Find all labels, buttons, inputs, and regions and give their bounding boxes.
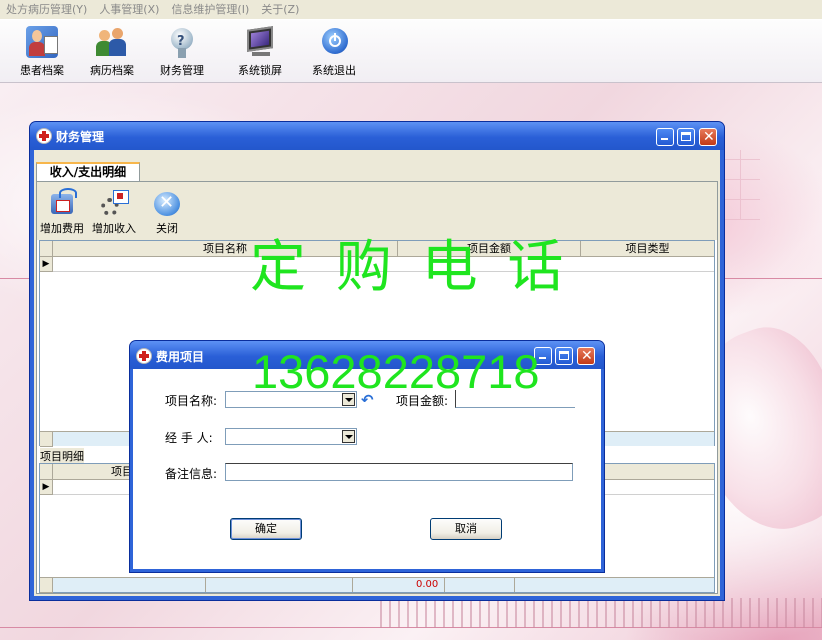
toolbar-label: 患者档案 xyxy=(20,64,64,77)
watermark-order-phone: 定 购 电 话 xyxy=(250,235,570,300)
toolbar-label: 病历档案 xyxy=(90,64,134,77)
finance-window-title: 财务管理 xyxy=(56,130,105,144)
toolbar-lock-screen-button[interactable]: 系统锁屏 xyxy=(230,26,290,78)
item-name-label: 项目名称: xyxy=(165,394,218,408)
menu-info-maintenance[interactable]: 信息维护管理(I) xyxy=(165,0,255,19)
grid-corner xyxy=(40,241,53,256)
dialog-title: 费用项目 xyxy=(156,350,205,364)
grid-footer: 0.00 xyxy=(40,577,714,592)
column-header[interactable]: 项目类型 xyxy=(581,241,714,256)
main-toolbar: 患者档案 病历档案 ? 财务管理 系统锁屏 系统退出 xyxy=(0,20,822,83)
toolbar-label: 系统退出 xyxy=(312,64,356,77)
red-cross-icon xyxy=(136,348,152,364)
row-indicator-arrow-icon[interactable]: ▶ xyxy=(40,480,53,495)
minimize-button[interactable] xyxy=(656,128,674,146)
remark-label: 备注信息: xyxy=(165,467,218,481)
toolbar-finance-button[interactable]: ? 财务管理 xyxy=(154,26,210,78)
medical-record-icon xyxy=(96,26,128,58)
footer-total: 0.00 xyxy=(416,579,439,590)
background-pattern xyxy=(380,598,822,628)
toolbar-medical-record-button[interactable]: 病历档案 xyxy=(84,26,140,78)
maximize-button[interactable] xyxy=(677,128,695,146)
red-cross-icon xyxy=(36,128,52,144)
patient-file-icon xyxy=(26,26,58,58)
menu-about[interactable]: 关于(Z) xyxy=(255,0,305,19)
toolbar-label: 财务管理 xyxy=(160,64,204,77)
footer-indicator xyxy=(40,577,53,593)
tab-income-expense[interactable]: 收入/支出明细 xyxy=(36,162,140,182)
ok-button[interactable]: 确定 xyxy=(230,518,302,540)
lock-screen-icon xyxy=(244,26,276,58)
footer-indicator xyxy=(40,431,53,447)
handler-combo[interactable] xyxy=(225,428,357,445)
close-x-icon: ✕ xyxy=(152,188,182,218)
watermark-phone-number: 13628228718 xyxy=(252,345,540,398)
menu-personnel[interactable]: 人事管理(X) xyxy=(93,0,165,19)
add-expense-label: 增加费用 xyxy=(40,222,84,235)
chevron-down-icon[interactable] xyxy=(342,430,355,443)
dialog-maximize-button[interactable] xyxy=(555,347,573,365)
remark-field[interactable] xyxy=(225,463,573,481)
grid-corner xyxy=(40,464,53,479)
finance-window-titlebar[interactable]: 财务管理 ✕ xyxy=(30,122,724,150)
add-income-button[interactable]: 增加收入 xyxy=(89,188,139,236)
dialog-close-button[interactable]: ✕ xyxy=(577,347,595,365)
toolbar-exit-button[interactable]: 系统退出 xyxy=(306,26,362,78)
detail-group-label: 项目明细 xyxy=(40,448,84,464)
toolbar-label: 系统锁屏 xyxy=(238,64,282,77)
row-indicator-arrow-icon[interactable]: ▶ xyxy=(40,257,53,272)
close-panel-label: 关闭 xyxy=(156,222,178,235)
handler-label: 经 手 人: xyxy=(165,431,213,445)
menubar: 处方病历管理(Y) 人事管理(X) 信息维护管理(I) 关于(Z) xyxy=(0,0,822,20)
add-income-label: 增加收入 xyxy=(92,222,136,235)
exit-icon xyxy=(318,26,350,58)
add-expense-button[interactable]: 增加费用 xyxy=(37,188,87,236)
close-icon: ✕ xyxy=(581,348,593,364)
close-panel-button[interactable]: ✕ 关闭 xyxy=(147,188,187,236)
finance-icon: ? xyxy=(166,26,198,58)
menu-prescription[interactable]: 处方病历管理(Y) xyxy=(0,0,93,19)
toolbar-patient-file-button[interactable]: 患者档案 xyxy=(14,26,70,78)
cancel-button[interactable]: 取消 xyxy=(430,518,502,540)
add-income-icon xyxy=(99,188,129,218)
add-expense-icon xyxy=(47,188,77,218)
close-button[interactable]: ✕ xyxy=(699,128,717,146)
close-icon: ✕ xyxy=(703,129,715,145)
finance-toolbar: 增加费用 增加收入 ✕ 关闭 xyxy=(37,182,717,240)
